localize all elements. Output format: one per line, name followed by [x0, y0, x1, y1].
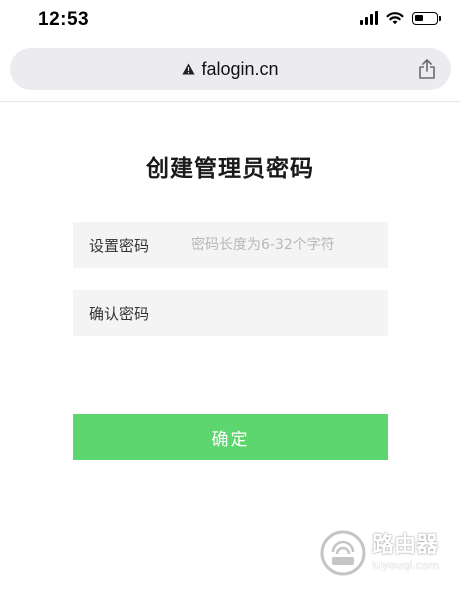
- status-time: 12:53: [38, 9, 90, 30]
- header-divider: [0, 101, 460, 102]
- browser-screen: 12:53 falogin.cn 创建管理员密码 设置密码 确认密码 确定 路由…: [0, 0, 460, 600]
- watermark: 路由器 luyouqi.com: [320, 530, 439, 576]
- battery-icon: [412, 11, 441, 25]
- status-bar: 12:53: [0, 0, 460, 40]
- status-icons: [360, 11, 441, 25]
- url-text[interactable]: falogin.cn: [201, 59, 278, 80]
- wifi-icon: [386, 12, 404, 25]
- set-password-label: 设置密码: [89, 236, 150, 255]
- share-icon[interactable]: [417, 58, 437, 80]
- warning-triangle-icon: [182, 63, 196, 75]
- confirm-password-field[interactable]: 确认密码: [73, 290, 388, 336]
- watermark-en: luyouqi.com: [372, 559, 440, 572]
- router-logo-icon: [320, 530, 366, 576]
- confirm-password-input[interactable]: [173, 290, 388, 336]
- confirm-button[interactable]: 确定: [73, 414, 388, 460]
- watermark-cn: 路由器: [372, 533, 439, 558]
- page-title: 创建管理员密码: [146, 156, 314, 182]
- set-password-field[interactable]: 设置密码: [73, 222, 388, 268]
- confirm-password-label: 确认密码: [89, 304, 150, 323]
- cellular-signal-icon: [360, 11, 378, 25]
- watermark-text: 路由器 luyouqi.com: [372, 533, 440, 572]
- address-bar[interactable]: falogin.cn: [10, 48, 451, 90]
- url-container[interactable]: falogin.cn: [10, 48, 451, 90]
- set-password-input[interactable]: [173, 222, 388, 268]
